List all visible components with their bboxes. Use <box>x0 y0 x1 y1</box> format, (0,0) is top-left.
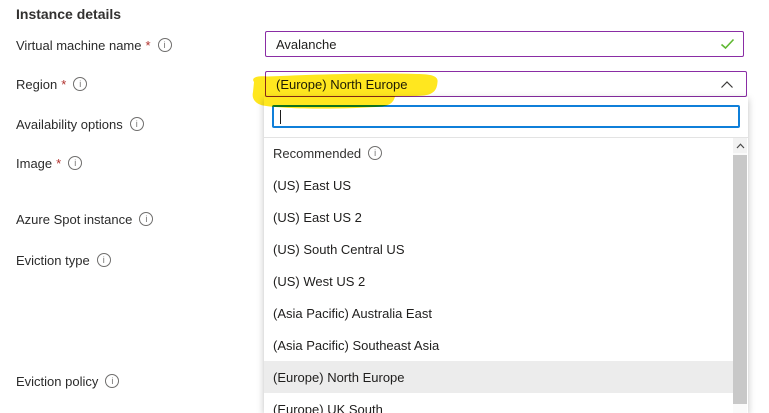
region-option[interactable]: (US) South Central US <box>264 233 733 265</box>
region-option[interactable]: (US) West US 2 <box>264 265 733 297</box>
info-icon[interactable] <box>130 117 144 131</box>
field-label-text: Eviction type <box>16 253 90 268</box>
region-option[interactable]: (Asia Pacific) Australia East <box>264 297 733 329</box>
dropdown-scrollbar[interactable] <box>733 138 747 413</box>
field-label-availability-options: Availability options <box>16 116 144 132</box>
region-option[interactable]: (Asia Pacific) Southeast Asia <box>264 329 733 361</box>
field-label-eviction-policy: Eviction policy <box>16 373 119 389</box>
virtual-machine-name-field <box>265 31 744 57</box>
region-group-header: Recommended <box>264 137 733 169</box>
scrollbar-thumb[interactable] <box>733 155 747 404</box>
instance-details-form: Instance details Virtual machine name * … <box>0 0 769 413</box>
valid-checkmark-icon <box>720 38 735 50</box>
page-title: Instance details <box>16 6 121 22</box>
field-label-text: Availability options <box>16 117 123 132</box>
field-label-azure-spot-instance: Azure Spot instance <box>16 211 153 227</box>
info-icon[interactable] <box>158 38 172 52</box>
required-asterisk: * <box>146 38 151 53</box>
region-select[interactable]: (Europe) North Europe <box>265 71 747 97</box>
region-option[interactable]: (Europe) UK South <box>264 393 733 413</box>
field-label-eviction-type: Eviction type <box>16 252 111 268</box>
scrollbar-up-icon[interactable] <box>733 138 747 153</box>
info-icon[interactable] <box>105 374 119 388</box>
info-icon[interactable] <box>73 77 87 91</box>
field-label-image: Image * <box>16 155 82 171</box>
field-label-text: Virtual machine name <box>16 38 142 53</box>
region-option[interactable]: (US) East US 2 <box>264 201 733 233</box>
field-label-text: Region <box>16 77 57 92</box>
region-search-field <box>272 105 740 128</box>
chevron-up-icon <box>720 80 734 89</box>
field-label-text: Azure Spot instance <box>16 212 132 227</box>
region-search-input[interactable] <box>281 109 732 124</box>
region-dropdown-panel: Recommended (US) East US (US) East US 2 … <box>264 97 748 413</box>
field-label-virtual-machine-name: Virtual machine name * <box>16 37 172 53</box>
required-asterisk: * <box>56 156 61 171</box>
field-label-text: Image <box>16 156 52 171</box>
virtual-machine-name-input[interactable] <box>276 37 714 52</box>
region-selected-value: (Europe) North Europe <box>276 77 720 92</box>
field-label-text: Eviction policy <box>16 374 98 389</box>
region-option-selected[interactable]: (Europe) North Europe <box>264 361 733 393</box>
info-icon[interactable] <box>97 253 111 267</box>
info-icon[interactable] <box>68 156 82 170</box>
field-label-region: Region * <box>16 76 87 92</box>
region-option[interactable]: (US) East US <box>264 169 733 201</box>
required-asterisk: * <box>61 77 66 92</box>
info-icon[interactable] <box>368 146 382 160</box>
info-icon[interactable] <box>139 212 153 226</box>
